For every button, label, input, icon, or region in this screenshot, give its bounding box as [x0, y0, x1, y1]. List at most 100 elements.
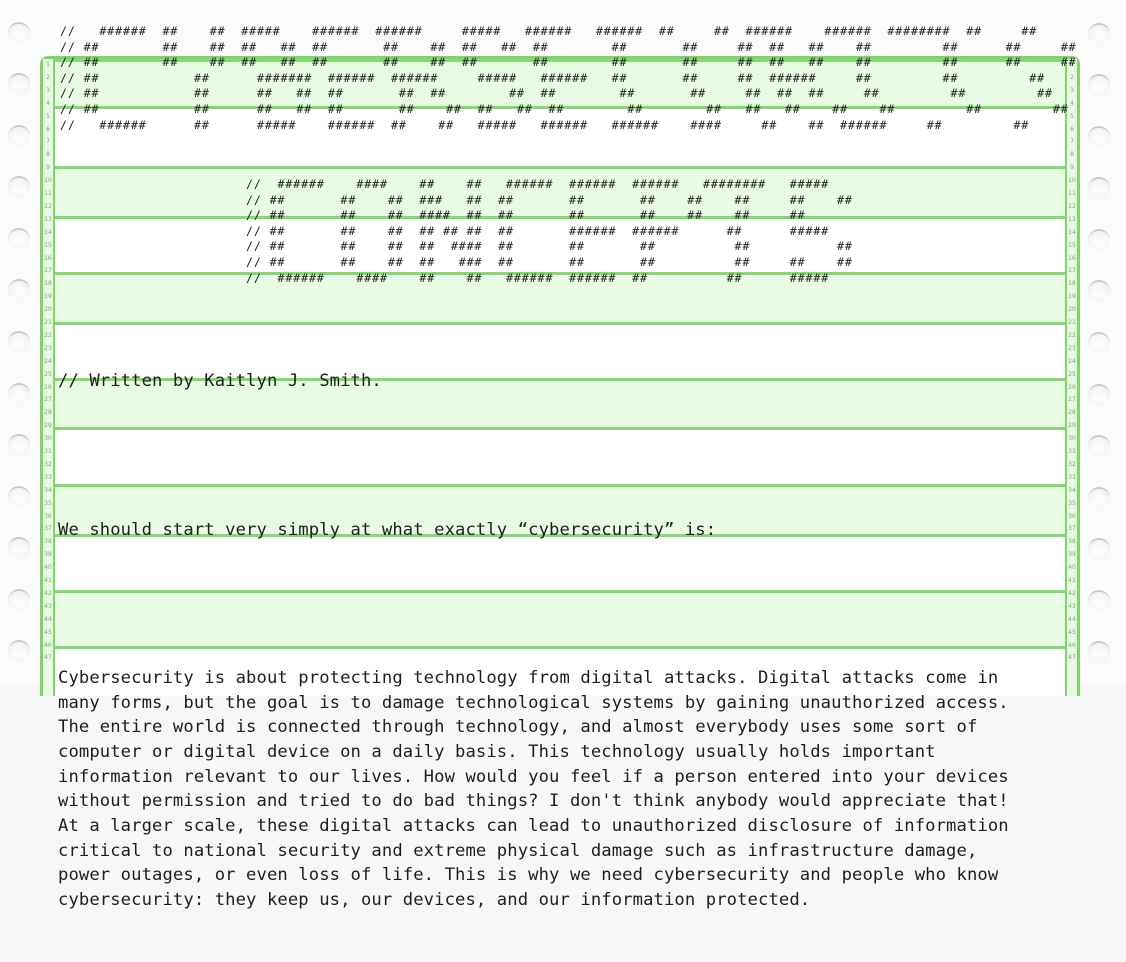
line-number: 36 — [44, 512, 52, 520]
paragraph-line: without permission and tried to do bad t… — [58, 791, 1009, 812]
line-number: 40 — [44, 564, 52, 572]
line-number: 43 — [44, 602, 52, 610]
line-number: 15 — [1068, 241, 1076, 249]
line-number: 13 — [44, 215, 52, 223]
line-number: 40 — [1068, 564, 1076, 572]
line-number: 7 — [46, 138, 50, 146]
line-number: 45 — [1068, 628, 1076, 636]
line-number: 36 — [1068, 512, 1076, 520]
line-number: 34 — [44, 486, 52, 494]
paragraph-line: Cybersecurity is about protecting techno… — [58, 667, 999, 688]
line-number: 45 — [44, 628, 52, 636]
line-number: 7 — [1070, 138, 1074, 146]
line-number: 29 — [44, 422, 52, 430]
tractor-hole — [8, 73, 30, 95]
ascii-line: // ## ## ## ## ## ## ## ## ## ## ## ## #… — [60, 86, 1053, 101]
ascii-line: // ## ## ## ### ## ## ## ## ## ## ## ## — [246, 192, 853, 207]
line-number: 19 — [44, 293, 52, 301]
continuous-form-page: 1 2 3 4 5 6 7 8 9 10 11 12 13 14 15 16 17 18 19 20 21 22 23 24 2… — [0, 0, 1126, 910]
line-number: 5 — [46, 112, 50, 120]
tractor-hole — [1088, 229, 1110, 251]
paragraph-line: computer or digital device on a daily ba… — [58, 741, 936, 762]
paragraph-line: At a larger scale, these digital attacks… — [58, 816, 1009, 837]
line-number: 12 — [1068, 202, 1076, 210]
line-number: 35 — [44, 499, 52, 507]
line-number: 24 — [44, 357, 52, 365]
line-number: 32 — [1068, 460, 1076, 468]
line-number: 8 — [1070, 151, 1074, 159]
line-number: 3 — [46, 86, 50, 94]
ascii-line: // ## ## ####### ###### ###### ##### ###… — [60, 70, 1046, 85]
line-number: 10 — [44, 177, 52, 185]
line-number: 34 — [1068, 486, 1076, 494]
line-number: 18 — [1068, 280, 1076, 288]
ascii-line: // ## ## ## ## ## ## ## ## ## ## ## ## #… — [60, 39, 1077, 54]
line-number: 9 — [46, 164, 50, 172]
tractor-hole — [8, 486, 30, 508]
line-number: 27 — [44, 396, 52, 404]
line-number: 2 — [46, 73, 50, 81]
tractor-hole — [1088, 332, 1110, 354]
line-number: 11 — [44, 190, 52, 197]
line-number: 39 — [1068, 551, 1076, 559]
ascii-line: // ###### ## ##### ###### ## ## ##### ##… — [60, 117, 1030, 132]
line-number: 21 — [1068, 319, 1076, 326]
paragraph: Cybersecurity is about protecting techno… — [58, 666, 1009, 913]
ascii-line: // ## ## ## ## ## ## ## ###### ###### ##… — [246, 223, 830, 238]
tractor-hole — [8, 176, 30, 198]
tractor-hole — [8, 22, 30, 44]
line-number: 25 — [44, 370, 52, 378]
tractor-hole — [8, 640, 30, 662]
line-number: 6 — [46, 125, 50, 133]
line-number: 35 — [1068, 499, 1076, 507]
line-number: 12 — [44, 202, 52, 210]
line-number-strip-right: 1 2 3 4 5 6 7 8 9 10 11 12 13 14 15 16 17 18 19 20 21 22 23 24 2… — [1065, 59, 1077, 696]
line-number: 23 — [44, 344, 52, 352]
paragraph-line: information relevant to our lives. How w… — [58, 766, 1009, 787]
title-ascii-art: // ###### ## ## ##### ###### ###### ####… — [60, 24, 1077, 133]
tractor-hole — [1088, 126, 1110, 148]
line-number: 21 — [44, 319, 52, 326]
line-number: 41 — [44, 577, 52, 584]
line-number: 16 — [44, 254, 52, 262]
tractor-hole — [8, 331, 30, 353]
line-number: 27 — [1068, 396, 1076, 404]
tractor-hole — [8, 279, 30, 301]
line-number: 37 — [1068, 525, 1076, 533]
tractor-hole — [1088, 23, 1110, 45]
line-number: 20 — [1068, 306, 1076, 314]
line-number: 11 — [1068, 190, 1076, 197]
line-number: 31 — [1068, 448, 1076, 455]
line-number: 42 — [1068, 589, 1076, 597]
tractor-hole — [1088, 384, 1110, 406]
line-number: 4 — [46, 99, 50, 107]
line-number-strip-left: 1 2 3 4 5 6 7 8 9 10 11 12 13 14 15 16 17 18 19 20 21 22 23 24 2… — [43, 59, 55, 696]
line-number: 17 — [1068, 267, 1076, 275]
line-number: 23 — [1068, 344, 1076, 352]
ascii-line: // ## ## ## ## ## ## ## ## ## ## ## ## #… — [60, 55, 1077, 70]
tractor-hole — [8, 228, 30, 250]
tractor-hole — [1088, 177, 1110, 199]
tractor-hole — [1088, 538, 1110, 560]
line-number: 43 — [1068, 602, 1076, 610]
line-number: 30 — [1068, 435, 1076, 443]
ascii-line: // ###### #### ## ## ###### ###### #####… — [246, 177, 830, 191]
ascii-line: // ###### #### ## ## ###### ###### ## ##… — [246, 270, 830, 285]
tractor-hole — [1088, 435, 1110, 457]
byline: // Written by Kaitlyn J. Smith. — [58, 371, 382, 392]
line-number: 33 — [44, 473, 52, 481]
line-number: 28 — [44, 409, 52, 417]
paragraph-line: cybersecurity: they keep us, our devices… — [58, 890, 811, 911]
line-number: 28 — [1068, 409, 1076, 417]
line-number: 46 — [44, 641, 52, 649]
tractor-hole — [8, 434, 30, 456]
paragraph-line: power outages, or even loss of life. Thi… — [58, 865, 999, 886]
line-number: 38 — [44, 538, 52, 546]
line-number: 18 — [44, 280, 52, 288]
ascii-line: // ## ## ## ## #### ## ## ## ## ## — [246, 239, 853, 254]
line-number: 42 — [44, 589, 52, 597]
line-number: 41 — [1068, 577, 1076, 584]
tractor-hole — [1088, 487, 1110, 509]
ascii-line: // ## ## ## ## ## ## ## ## ## ## ## ## #… — [60, 101, 1069, 116]
